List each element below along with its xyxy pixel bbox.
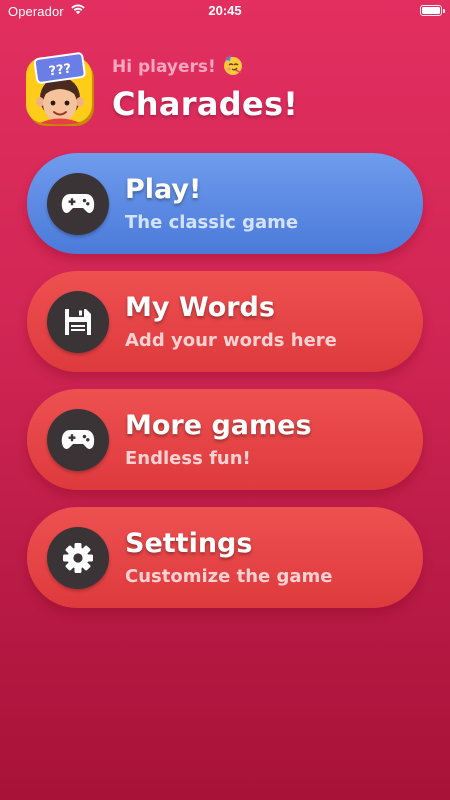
gamepad-icon — [47, 172, 109, 235]
logo-card-text: ??? — [48, 61, 72, 79]
my-words-subtitle: Add your words here — [125, 329, 337, 351]
main-menu: Play! The classic game My Words Add your… — [27, 153, 423, 625]
more-games-title: More games — [125, 409, 312, 441]
play-title: Play! — [125, 173, 202, 205]
battery-icon — [420, 5, 445, 16]
more-games-text: More games Endless fun! — [125, 410, 312, 470]
play-text: Play! The classic game — [125, 174, 298, 234]
settings-text: Settings Customize the game — [125, 528, 332, 588]
greeting-line: Hi players! — [112, 54, 298, 81]
greeting-block: Hi players! Charades! — [112, 54, 298, 123]
settings-subtitle: Customize the game — [125, 565, 333, 587]
app-title: Charades! — [112, 84, 299, 123]
my-words-title: My Words — [125, 291, 275, 323]
my-words-button[interactable]: My Words Add your words here — [27, 271, 423, 372]
more-games-subtitle: Endless fun! — [125, 447, 251, 469]
play-button[interactable]: Play! The classic game — [27, 153, 423, 254]
status-time: 20:45 — [208, 3, 242, 18]
header: ??? Hi players! Charades! — [24, 52, 298, 128]
status-bar: Operador 20:45 — [0, 0, 450, 24]
settings-title: Settings — [125, 527, 253, 559]
more-games-button[interactable]: More games Endless fun! — [27, 389, 423, 490]
save-icon — [47, 290, 109, 353]
my-words-text: My Words Add your words here — [125, 292, 337, 352]
gamepad-icon — [47, 408, 109, 471]
settings-button[interactable]: Settings Customize the game — [27, 507, 423, 608]
party-face-emoji-icon — [222, 54, 244, 81]
play-subtitle: The classic game — [125, 211, 299, 233]
charades-logo: ??? — [24, 52, 98, 128]
greeting-text: Hi players! — [112, 57, 216, 77]
gear-icon — [47, 526, 109, 589]
